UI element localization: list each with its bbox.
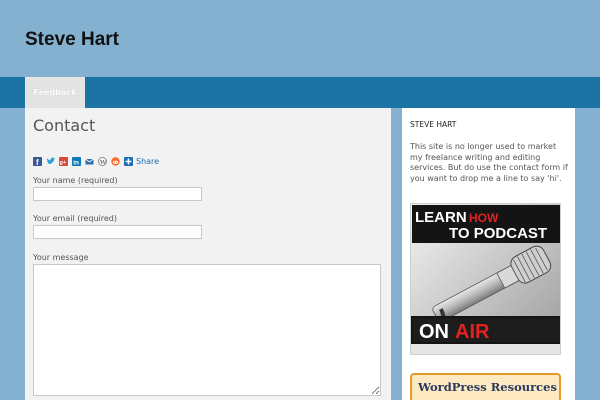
site-title[interactable]: Steve Hart bbox=[25, 29, 119, 51]
email-icon[interactable] bbox=[85, 157, 94, 166]
linkedin-icon[interactable]: in bbox=[72, 156, 81, 166]
name-field[interactable] bbox=[33, 187, 202, 201]
podcast-learn-text: LEARN bbox=[415, 209, 467, 226]
podcast-banner[interactable]: LEARN HOW TO PODCAST ON AIR bbox=[410, 203, 561, 355]
podcast-how-text: HOW bbox=[469, 211, 499, 225]
sidebar-text: This site is no longer used to market my… bbox=[410, 142, 568, 183]
wordpress-resources-label: WordPress Resources bbox=[418, 380, 557, 394]
wordpress-resources-banner[interactable]: WordPress Resources bbox=[410, 373, 561, 400]
email-label: Your email (required) bbox=[33, 214, 117, 223]
nav-item-label: Feedback bbox=[33, 88, 77, 97]
sidebar: STEVE HART This site is no longer used t… bbox=[402, 108, 575, 400]
svg-text:f: f bbox=[36, 158, 39, 166]
share-bar: f g+ in W Share bbox=[33, 155, 159, 167]
svg-text:W: W bbox=[99, 160, 107, 166]
facebook-icon[interactable]: f bbox=[33, 156, 42, 166]
podcast-air-text: AIR bbox=[455, 321, 490, 343]
email-field[interactable] bbox=[33, 225, 202, 239]
sidebar-title: STEVE HART bbox=[410, 120, 457, 129]
message-field[interactable] bbox=[33, 264, 381, 396]
wordpress-icon[interactable]: W bbox=[98, 156, 107, 166]
message-label: Your message bbox=[33, 253, 89, 262]
name-label: Your name (required) bbox=[33, 176, 118, 185]
nav-item-feedback[interactable]: Feedback bbox=[25, 77, 85, 108]
page-title: Contact bbox=[33, 116, 96, 135]
main-content: Contact f g+ in W Share Your name (requi… bbox=[25, 108, 391, 400]
podcast-tagline-text: TO PODCAST bbox=[449, 225, 547, 242]
svg-text:g+: g+ bbox=[60, 160, 67, 166]
share-plus-icon[interactable] bbox=[124, 156, 133, 166]
svg-text:in: in bbox=[73, 159, 79, 166]
podcast-on-text: ON bbox=[419, 321, 449, 343]
google-plus-icon[interactable]: g+ bbox=[59, 156, 68, 166]
main-navigation: Feedback bbox=[0, 77, 600, 108]
share-link[interactable]: Share bbox=[136, 157, 159, 166]
reddit-icon[interactable] bbox=[111, 156, 120, 166]
twitter-icon[interactable] bbox=[46, 157, 55, 166]
